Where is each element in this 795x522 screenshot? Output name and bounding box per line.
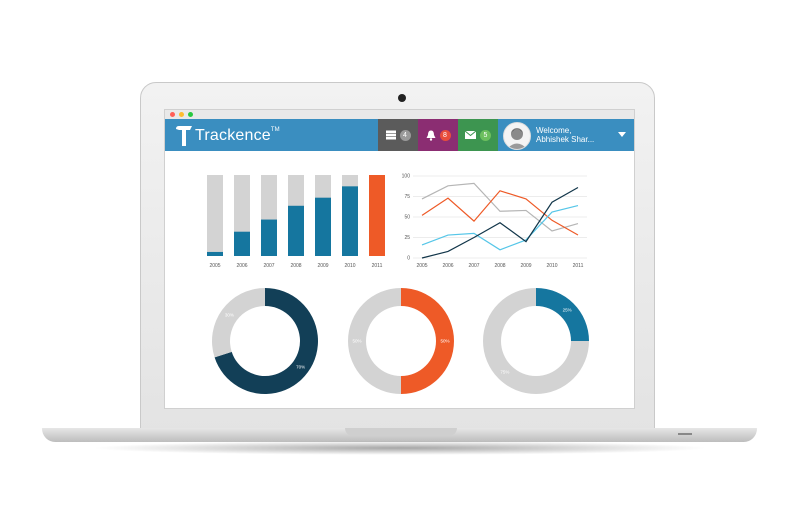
x-tick-label: 2009 — [520, 263, 531, 269]
bell-icon — [426, 130, 435, 141]
logo-text: Trackence — [195, 127, 271, 144]
laptop-shadow — [90, 441, 710, 455]
maximize-window-button[interactable] — [188, 112, 193, 117]
bar-tick-label: 2006 — [236, 263, 247, 269]
notifications-button[interactable]: 8 — [418, 119, 458, 151]
donut-slice-label: 30% — [225, 313, 234, 318]
x-tick-label: 2005 — [416, 263, 427, 269]
bar-tick-label: 2009 — [317, 263, 328, 269]
donut-chart-2: 50% 50% — [348, 288, 454, 394]
line-series — [421, 204, 579, 251]
logo-trademark: TM — [270, 127, 280, 133]
x-tick-label: 2006 — [442, 263, 453, 269]
messages-button[interactable]: 5 — [458, 119, 498, 151]
y-tick-label: 100 — [402, 174, 411, 180]
servers-button[interactable]: 4 — [378, 119, 418, 151]
bar — [315, 197, 331, 256]
user-name: Abhishek Shar... — [536, 135, 595, 144]
bar-tick-label: 2005 — [209, 263, 220, 269]
chevron-down-icon[interactable] — [618, 132, 626, 137]
messages-count-badge: 5 — [480, 129, 491, 141]
window-titlebar — [165, 110, 634, 119]
welcome-greeting: Welcome, — [536, 126, 572, 135]
donut-slice — [212, 288, 265, 358]
donut-chart-3: 25% 75% — [483, 288, 589, 394]
app-header: Trackence TM 4 8 5 Welcome, Abhishek Sha… — [165, 119, 634, 151]
y-tick-label: 75 — [404, 194, 410, 200]
y-tick-label: 50 — [404, 215, 410, 221]
donut-slice-label: 70% — [296, 364, 305, 369]
x-tick-label: 2011 — [573, 263, 584, 269]
trackence-logo[interactable]: Trackence TM — [175, 124, 280, 148]
donut-slice-label: 75% — [500, 370, 509, 375]
donut-slice-label: 50% — [352, 339, 361, 344]
trackence-logo-icon — [176, 126, 192, 146]
notifications-count-badge: 8 — [439, 129, 451, 141]
servers-count-badge: 4 — [399, 129, 411, 141]
minimize-window-button[interactable] — [179, 112, 184, 117]
y-tick-label: 25 — [404, 235, 410, 241]
camera-icon — [398, 94, 406, 102]
user-menu[interactable]: Welcome, Abhishek Shar... — [498, 119, 634, 151]
bar-tick-label: 2010 — [344, 263, 355, 269]
avatar — [503, 122, 531, 150]
x-tick-label: 2008 — [494, 263, 505, 269]
y-tick-label: 0 — [407, 256, 410, 262]
envelope-icon — [465, 131, 476, 139]
laptop-notch — [345, 428, 457, 436]
laptop-indicator — [678, 433, 692, 435]
line-chart: 0 25 50 75 100 2005 2006 2007 2008 2009 2010 2011 — [402, 174, 587, 269]
app-screen: Trackence TM 4 8 5 Welcome, Abhishek Sha… — [165, 110, 634, 408]
welcome-text: Welcome, Abhishek Shar... — [536, 126, 594, 144]
bar — [342, 186, 358, 256]
bar-tick-label: 2011 — [372, 263, 383, 269]
bar — [234, 231, 250, 256]
bar-tick-label: 2008 — [290, 263, 301, 269]
x-tick-label: 2010 — [546, 263, 557, 269]
bar-background — [207, 175, 223, 256]
bar — [261, 219, 277, 256]
bar — [207, 251, 223, 256]
donut-slice-label: 50% — [440, 339, 449, 344]
server-icon — [385, 130, 396, 140]
close-window-button[interactable] — [170, 112, 175, 117]
bar-tick-label: 2007 — [263, 263, 274, 269]
line-series — [421, 186, 579, 259]
x-tick-label: 2007 — [468, 263, 479, 269]
bar-chart: 2005 2006 2007 2008 2009 2010 2011 — [207, 175, 385, 269]
bar — [369, 175, 385, 256]
line-series — [421, 190, 579, 236]
donut-chart-1: 70% 30% — [212, 288, 318, 394]
donut-slice-label: 25% — [563, 307, 572, 312]
bar — [288, 205, 304, 256]
donut-slice — [536, 288, 589, 341]
